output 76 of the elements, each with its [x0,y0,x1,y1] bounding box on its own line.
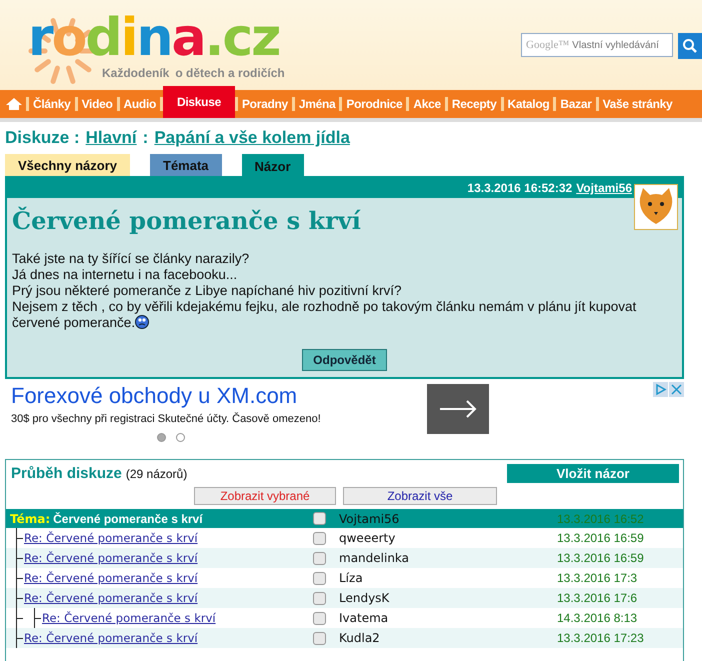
post-date: 13.3.2016 17:6 [557,591,638,605]
reply-link[interactable]: Re: Červené pomeranče s krví [24,591,198,605]
tab[interactable]: Témata [150,154,222,176]
close-icon[interactable] [669,382,684,397]
tab[interactable]: Názor [242,154,304,178]
tagline: Každodeník [102,66,170,80]
post-date: 13.3.2016 17:3 [557,571,638,585]
ad-text: 30$ pro všechny při registraci Skutečné účty. Časově omezeno! [11,413,322,425]
cat-avatar-icon [634,184,678,230]
nav-item[interactable]: Poradny [238,90,292,118]
nav-item[interactable]: Bazar [556,90,596,118]
smiley-icon [135,315,150,329]
breadcrumb-label: Diskuze : [5,128,80,148]
reply-link[interactable]: Re: Červené pomeranče s krví [24,551,198,565]
checkbox[interactable] [313,612,326,624]
carousel-dot[interactable] [157,433,166,442]
checkbox[interactable] [313,592,326,604]
nav-item[interactable]: Články [29,90,75,118]
author-name: Líza [338,571,364,585]
author-link[interactable]: Vojtami56 [576,181,632,195]
nav-item[interactable]: Diskuse [163,86,235,118]
reply-link[interactable]: Re: Červené pomeranče s krví [24,571,198,585]
nav-item[interactable]: Jména [294,90,340,118]
section-title: Průběh diskuze [11,464,122,482]
reply-button[interactable]: Odpovědět [302,349,387,371]
arrow-right-icon [439,400,477,418]
topic-row[interactable]: Téma: Červené pomeranče s krví Vojtami56 13.3.2016 16:52 [6,509,683,528]
post-date: 13.3.2016 16:59 [557,531,645,545]
author-name: Ivatema [338,611,390,625]
carousel-dot[interactable] [176,433,185,442]
topic-title: Červené pomeranče s krví [53,512,203,526]
checkbox[interactable] [313,552,326,564]
author-name: Kudla2 [338,631,381,645]
post-count: (29 názorů) [126,466,188,480]
ad-title-link[interactable]: Forexové obchody u XM.com [11,383,298,409]
tab[interactable]: Všechny názory [5,154,130,176]
author-name: LendysK [338,591,390,605]
add-post-button[interactable]: Vložit názor [507,464,679,483]
post-date: 13.3.2016 16:59 [557,551,645,565]
checkbox[interactable] [313,512,326,525]
search-icon [682,38,698,54]
nav-item[interactable]: Audio [120,90,160,118]
reply-link[interactable]: Re: Červené pomeranče s krví [24,631,198,645]
post-date: 13.3.2016 17:23 [557,631,645,645]
post-datetime: 13.3.2016 16:52:32 [467,181,572,195]
post-title: Červené pomeranče s krví [12,206,361,235]
nav-item[interactable]: Akce [409,90,445,118]
author-name: Vojtami56 [338,512,400,526]
tagline: o dětech a rodičích [175,66,285,80]
nav-item[interactable]: Katalog [504,90,554,118]
topic-label: Téma: [10,512,50,526]
search-button[interactable] [678,33,702,59]
google-label: Google™ [526,39,570,51]
nav-item[interactable]: Video [78,90,117,118]
nav-item[interactable]: Recepty [448,90,500,118]
post-date: 13.3.2016 16:52 [557,512,645,526]
breadcrumb-link[interactable]: Papání a vše kolem jídla [154,128,350,148]
next-button[interactable] [427,384,489,434]
breadcrumb-separator: : [142,128,148,148]
author-name: mandelinka [338,551,410,565]
reply-link[interactable]: Re: Červené pomeranče s krví [42,611,216,625]
reply-link[interactable]: Re: Červené pomeranče s krví [24,531,198,545]
nav-item[interactable]: Porodnice [342,90,406,118]
nav-item[interactable]: Vaše stránky [598,90,676,118]
checkbox[interactable] [313,632,326,644]
author-name: qweeerty [338,531,396,545]
checkbox[interactable] [313,532,326,544]
checkbox[interactable] [313,572,326,584]
show-selected-button[interactable]: Zobrazit vybrané [194,487,336,505]
breadcrumb-link[interactable]: Hlavní [86,128,137,148]
search-box[interactable]: Google™ Vlastní vyhledávání [521,33,673,57]
post-text: Také jste na ty šířící se články narazily? Já dnes na internetu i na facebooku... Prý jsou některé pomeranče z Libye napíchané hiv pozitivní krví? Nejsem z těch , co by věřili kdejakému fejku, ale rozhodně po takovým článku nemám v plánu jít kupovat červené pomeranče. [12,251,638,331]
show-all-button[interactable]: Zobrazit vše [343,487,497,505]
post-date: 14.3.2016 8:13 [557,611,638,625]
ad-choices-icon[interactable] [653,382,668,397]
home-icon[interactable] [6,98,22,110]
